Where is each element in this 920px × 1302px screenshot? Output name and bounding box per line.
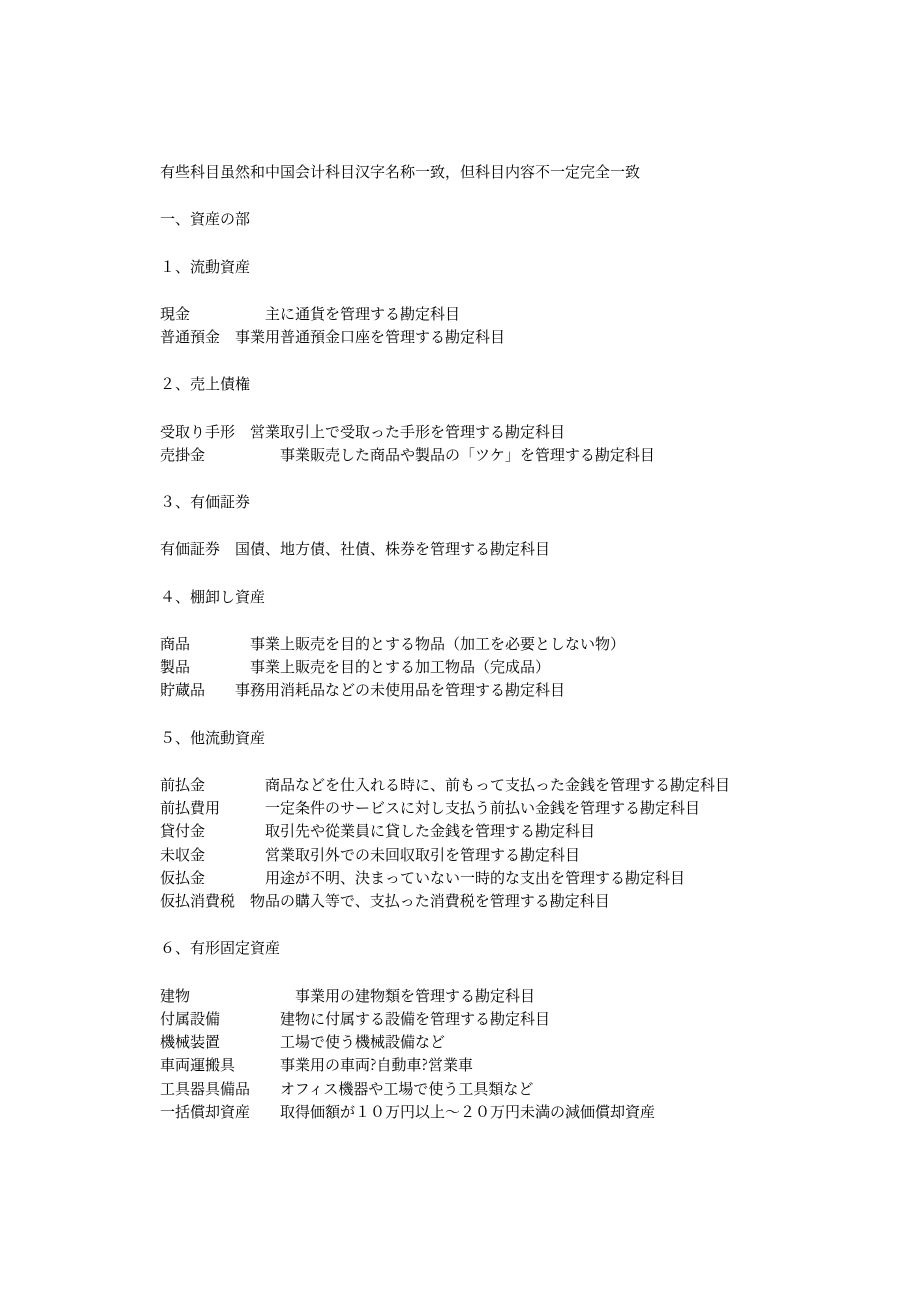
desc: 事業用の建物類を管理する勘定科目 (295, 985, 535, 1006)
definition-row: 前払金 商品などを仕入れる時に、前もって支払った金銭を管理する勘定科目 (160, 773, 760, 796)
term: 建物 (160, 985, 190, 1006)
desc: 建物に付属する設備を管理する勘定科目 (280, 1008, 550, 1029)
definition-row: 有価証券 国債、地方債、社債、株券を管理する勘定科目 (160, 537, 760, 560)
pad (235, 421, 250, 442)
term: 機械装置 (160, 1031, 220, 1052)
pad (205, 867, 265, 888)
definition-row: 普通預金 事業用普通預金口座を管理する勘定科目 (160, 325, 760, 348)
definition-row: 商品 事業上販売を目的とする物品（加工を必要としない物） (160, 632, 760, 655)
group-rows: 有価証券 国債、地方債、社債、株券を管理する勘定科目 (160, 537, 760, 560)
group-heading: ２、売上債権 (160, 373, 250, 394)
pad (220, 1008, 280, 1029)
pad (220, 326, 235, 347)
pad (205, 774, 265, 795)
desc: 商品などを仕入れる時に、前もって支払った金銭を管理する勘定科目 (265, 774, 730, 795)
definition-row: 貯蔵品 事務用消耗品などの未使用品を管理する勘定科目 (160, 678, 760, 701)
desc: 取引先や從業員に貸した金銭を管理する勘定科目 (265, 820, 595, 841)
term: 工具器具備品 (160, 1078, 250, 1099)
group-rows: 現金 主に通貨を管理する勘定科目 普通預金 事業用普通預金口座を管理する勘定科目 (160, 302, 760, 349)
group-rows: 前払金 商品などを仕入れる時に、前もって支払った金銭を管理する勘定科目 前払費用… (160, 773, 760, 913)
definition-row: 受取り手形 営業取引上で受取った手形を管理する勘定科目 (160, 420, 760, 443)
pad (250, 1078, 280, 1099)
desc: 事業上販売を目的とする物品（加工を必要としない物） (250, 633, 625, 654)
pad (205, 820, 265, 841)
definition-row: 貸付金 取引先や從業員に貸した金銭を管理する勘定科目 (160, 819, 760, 842)
desc: 事業販売した商品や製品の「ツケ」を管理する勘定科目 (280, 444, 655, 465)
group-heading: ４、棚卸し資産 (160, 586, 265, 607)
group-rows: 受取り手形 営業取引上で受取った手形を管理する勘定科目 売掛金 事業販売した商品… (160, 420, 760, 467)
term: 貯蔵品 (160, 679, 205, 700)
term: 売掛金 (160, 444, 205, 465)
desc: 事業用普通預金口座を管理する勘定科目 (235, 326, 505, 347)
desc: 事業上販売を目的とする加工物品（完成品） (250, 656, 550, 677)
definition-row: 前払費用 一定条件のサービスに対し支払う前払い金銭を管理する勘定科目 (160, 796, 760, 819)
pad (235, 1054, 280, 1075)
pad (190, 985, 295, 1006)
term: 貸付金 (160, 820, 205, 841)
definition-row: 機械装置 工場で使う機械設備など (160, 1030, 760, 1053)
group-rows: 建物 事業用の建物類を管理する勘定科目 付属設備 建物に付属する設備を管理する勘… (160, 984, 760, 1124)
term: 前払費用 (160, 797, 220, 818)
definition-row: 現金 主に通貨を管理する勘定科目 (160, 302, 760, 325)
pad (190, 303, 265, 324)
term: 車両運搬具 (160, 1054, 235, 1075)
desc: 一定条件のサービスに対し支払う前払い金銭を管理する勘定科目 (265, 797, 700, 818)
group-heading: ５、他流動資産 (160, 727, 265, 748)
desc: 国債、地方債、社債、株券を管理する勘定科目 (235, 538, 550, 559)
desc: 事務用消耗品などの未使用品を管理する勘定科目 (235, 679, 565, 700)
definition-row: 未収金 営業取引外での未回収取引を管理する勘定科目 (160, 843, 760, 866)
definition-row: 車両運搬具 事業用の車両?自動車?営業車 (160, 1053, 760, 1076)
definition-row: 売掛金 事業販売した商品や製品の「ツケ」を管理する勘定科目 (160, 443, 760, 466)
term: 受取り手形 (160, 421, 235, 442)
definition-row: 建物 事業用の建物類を管理する勘定科目 (160, 984, 760, 1007)
pad (205, 444, 280, 465)
term: 製品 (160, 656, 190, 677)
definition-row: 一括償却資産 取得価額が１０万円以上～２０万円未満の減価償却資産 (160, 1100, 760, 1123)
term: 仮払消費税 (160, 890, 235, 911)
desc: 営業取引外での未回収取引を管理する勘定科目 (265, 844, 580, 865)
term: 一括償却資産 (160, 1101, 250, 1122)
desc: 用途が不明、決まっていない一時的な支出を管理する勘定科目 (265, 867, 685, 888)
pad (190, 656, 250, 677)
term: 商品 (160, 633, 190, 654)
group-heading: ６、有形固定資産 (160, 937, 280, 958)
group-heading: １、流動資産 (160, 256, 250, 277)
definition-row: 付属設備 建物に付属する設備を管理する勘定科目 (160, 1007, 760, 1030)
definition-row: 工具器具備品 オフィス機器や工場で使う工具類など (160, 1077, 760, 1100)
group-heading: ３、有価証券 (160, 491, 250, 512)
desc: 工場で使う機械設備など (280, 1031, 445, 1052)
term: 現金 (160, 303, 190, 324)
definition-row: 仮払金 用途が不明、決まっていない一時的な支出を管理する勘定科目 (160, 866, 760, 889)
pad (250, 1101, 280, 1122)
term: 普通預金 (160, 326, 220, 347)
term: 付属設備 (160, 1008, 220, 1029)
term: 有価証券 (160, 538, 220, 559)
pad (235, 890, 250, 911)
pad (205, 679, 235, 700)
desc: 物品の購入等で、支払った消費税を管理する勘定科目 (250, 890, 610, 911)
pad (205, 844, 265, 865)
section-heading: 一、資産の部 (160, 208, 250, 229)
desc: オフィス機器や工場で使う工具類など (280, 1078, 533, 1099)
pad (220, 538, 235, 559)
intro-note: 有些科目虽然和中国会计科目汉字名称一致，但科目内容不一定完全一致 (160, 161, 640, 182)
desc: 事業用の車両?自動車?営業車 (280, 1054, 473, 1075)
term: 前払金 (160, 774, 205, 795)
definition-row: 仮払消費税 物品の購入等で、支払った消費税を管理する勘定科目 (160, 889, 760, 912)
pad (220, 1031, 280, 1052)
term: 仮払金 (160, 867, 205, 888)
desc: 営業取引上で受取った手形を管理する勘定科目 (250, 421, 565, 442)
definition-row: 製品 事業上販売を目的とする加工物品（完成品） (160, 655, 760, 678)
term: 未収金 (160, 844, 205, 865)
desc: 主に通貨を管理する勘定科目 (265, 303, 460, 324)
group-rows: 商品 事業上販売を目的とする物品（加工を必要としない物） 製品 事業上販売を目的… (160, 632, 760, 702)
pad (220, 797, 265, 818)
pad (190, 633, 250, 654)
desc: 取得価額が１０万円以上～２０万円未満の減価償却資産 (280, 1101, 655, 1122)
